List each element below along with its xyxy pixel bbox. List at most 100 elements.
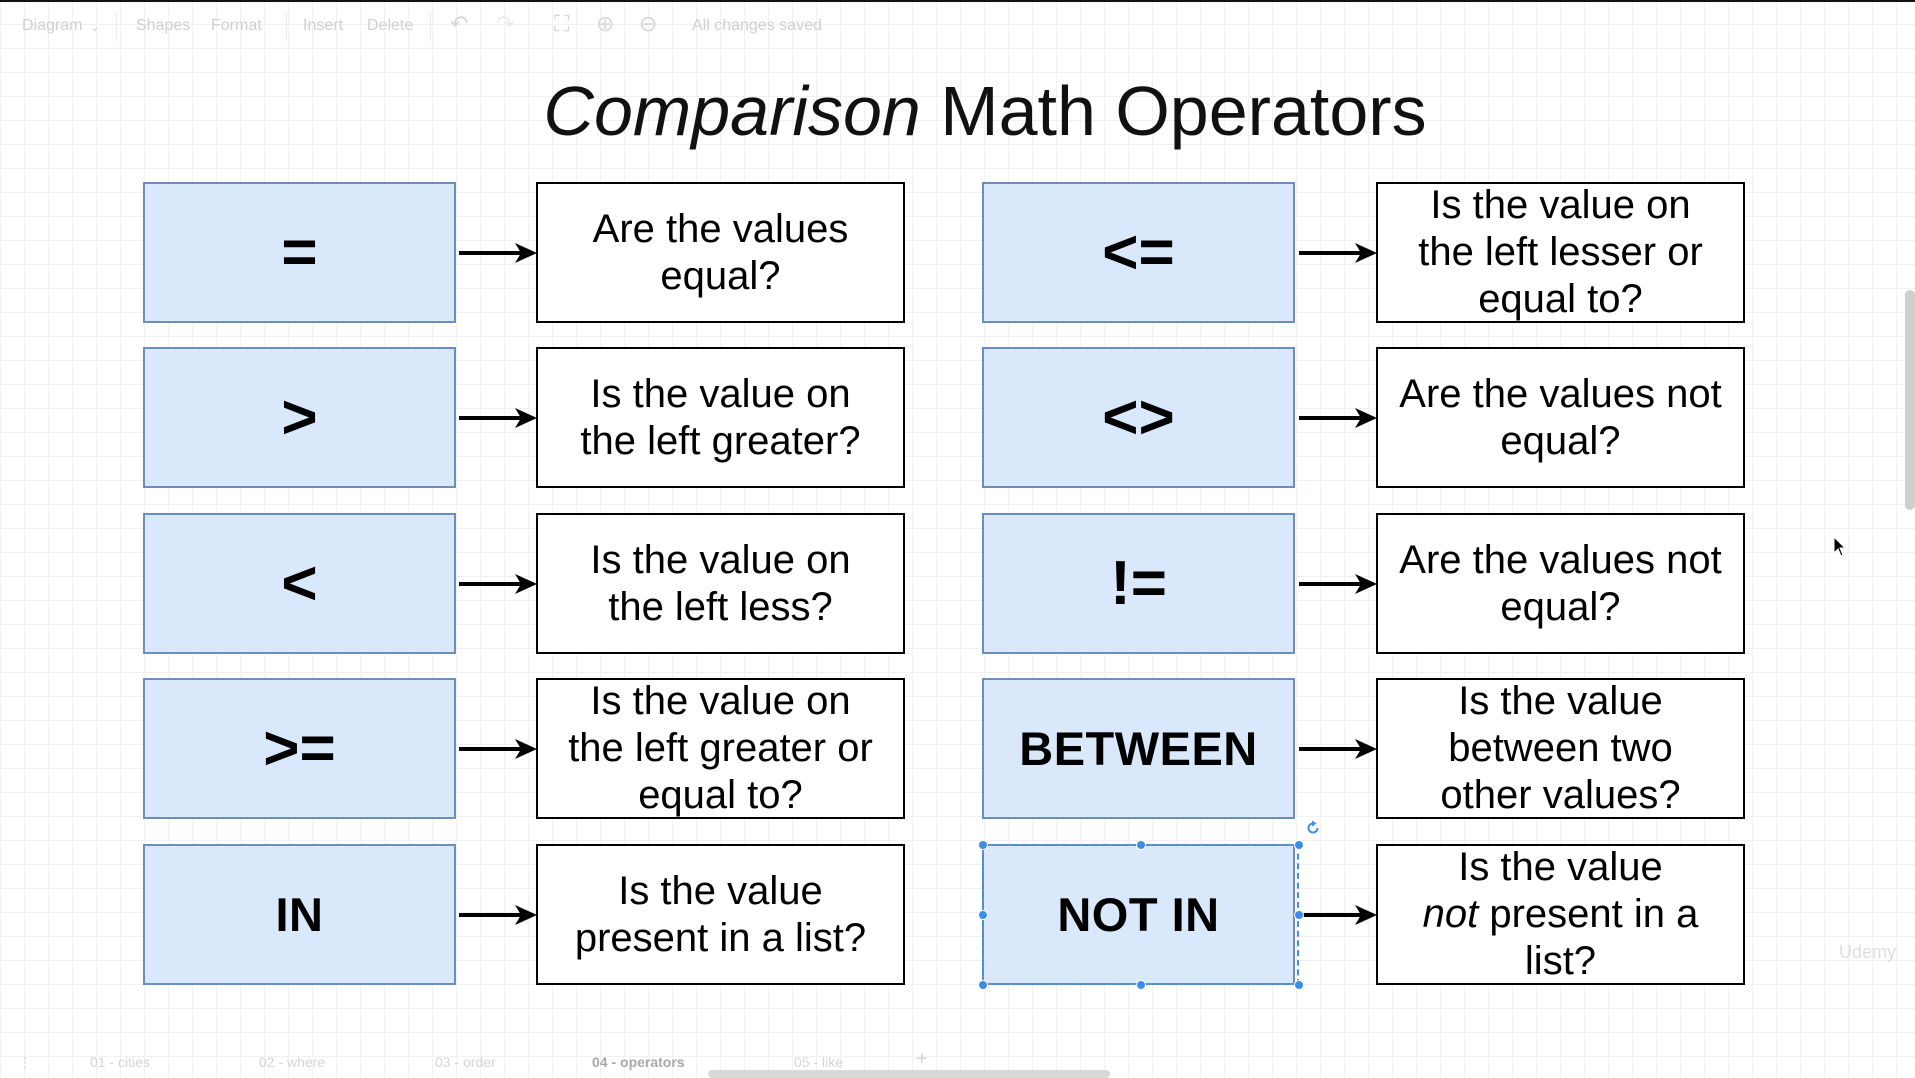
description-box-not-equal-angle[interactable]: Are the values not equal? — [1376, 347, 1745, 488]
arrow-connector[interactable] — [1299, 241, 1377, 265]
operator-box-in[interactable]: IN — [143, 844, 456, 985]
arrow-connector[interactable] — [1299, 406, 1377, 430]
operator-box-less[interactable]: < — [143, 513, 456, 654]
resize-handle-sw[interactable] — [978, 980, 988, 990]
tab-where[interactable]: 02 - where — [259, 1054, 325, 1070]
pages-menu-icon[interactable]: ⋮ — [18, 1054, 32, 1071]
rotate-handle-icon[interactable] — [1305, 820, 1321, 836]
tab-order[interactable]: 03 - order — [435, 1054, 496, 1070]
insert-button[interactable]: Insert — [303, 17, 343, 35]
operator-box-equal[interactable]: = — [143, 182, 456, 323]
fullscreen-icon[interactable]: ⛶ — [554, 13, 569, 35]
title-rest: Math Operators — [940, 72, 1427, 150]
description-line: Is the value — [618, 868, 823, 913]
operator-symbol: >= — [263, 714, 336, 783]
toolbar: Diagram ⌄ Shapes Format Insert Delete ↶ … — [0, 0, 1915, 54]
description-emphasis: not — [1422, 892, 1479, 936]
add-page-icon[interactable]: + — [916, 1048, 928, 1071]
arrow-connector[interactable] — [459, 406, 537, 430]
shapes-button[interactable]: Shapes — [136, 17, 190, 35]
arrow-connector[interactable] — [459, 903, 537, 927]
resize-handle-s[interactable] — [1136, 980, 1146, 990]
description-line: equal? — [1500, 584, 1621, 629]
title-emphasis: Comparison — [543, 72, 921, 150]
operator-box-greater-equal[interactable]: >= — [143, 678, 456, 819]
operator-symbol: <= — [1102, 218, 1175, 287]
operator-symbol: != — [1110, 549, 1167, 618]
toolbar-divider — [430, 12, 431, 42]
zoom-in-icon[interactable]: ⊕ — [596, 13, 614, 35]
arrow-connector[interactable] — [459, 241, 537, 265]
description-line: the left greater? — [580, 418, 861, 463]
description-line: Is the value — [1458, 679, 1663, 723]
operator-box-greater[interactable]: > — [143, 347, 456, 488]
arrow-connector[interactable] — [459, 572, 537, 596]
tab-like[interactable]: 05 - like — [794, 1054, 843, 1070]
resize-handle-e[interactable] — [1294, 910, 1304, 920]
arrow-connector[interactable] — [1299, 572, 1377, 596]
tab-cities[interactable]: 01 - cities — [90, 1054, 150, 1070]
delete-button[interactable]: Delete — [367, 17, 413, 35]
description-line: Is the value on — [590, 371, 851, 416]
operator-symbol: <> — [1102, 383, 1175, 452]
vertical-scrollbar[interactable] — [1905, 290, 1915, 510]
arrow-connector[interactable] — [459, 737, 537, 761]
description-box-in[interactable]: Is the value present in a list? — [536, 844, 905, 985]
description-line: equal? — [660, 253, 781, 298]
arrow-connector[interactable] — [1299, 737, 1377, 761]
operator-box-not-equal-bang[interactable]: != — [982, 513, 1295, 654]
description-box-less[interactable]: Is the value on the left less? — [536, 513, 905, 654]
description-line: the left lesser or — [1418, 230, 1703, 274]
page-title: Comparison Math Operators — [0, 68, 1915, 154]
mouse-pointer-icon — [1833, 536, 1847, 557]
description-line: present in a list? — [574, 915, 867, 960]
description-line: not present in a — [1423, 891, 1699, 938]
description-box-greater-equal[interactable]: Is the value on the left greater or equal … — [536, 678, 905, 819]
description-line: the left less? — [608, 584, 833, 629]
resize-handle-n[interactable] — [1136, 840, 1146, 850]
description-line-rest: present in a — [1478, 892, 1699, 936]
arrow-connector[interactable] — [1299, 903, 1377, 927]
description-line: Is the value — [1458, 845, 1663, 889]
description-line: equal to? — [638, 773, 803, 817]
toolbar-divider — [116, 12, 117, 42]
description-box-between[interactable]: Is the value between two other values? — [1376, 678, 1745, 819]
description-box-equal[interactable]: Are the values equal? — [536, 182, 905, 323]
resize-handle-w[interactable] — [978, 910, 988, 920]
description-box-not-in[interactable]: Is the value not present in a list? — [1376, 844, 1745, 985]
resize-handle-nw[interactable] — [978, 840, 988, 850]
description-line: between two — [1448, 726, 1673, 770]
resize-handle-se[interactable] — [1294, 980, 1304, 990]
description-line: Is the value on — [590, 679, 851, 723]
operator-box-not-equal-angle[interactable]: <> — [982, 347, 1295, 488]
chevron-down-icon[interactable]: ⌄ — [90, 20, 100, 34]
description-line: equal to? — [1478, 277, 1643, 321]
description-line: the left greater or — [568, 726, 873, 770]
description-line: Are the values not — [1399, 371, 1722, 416]
tab-operators[interactable]: 04 - operators — [592, 1054, 685, 1070]
operator-symbol: = — [281, 218, 318, 287]
operator-symbol: < — [281, 549, 318, 618]
description-box-less-equal[interactable]: Is the value on the left lesser or equal t… — [1376, 182, 1745, 323]
description-line: list? — [1524, 939, 1597, 983]
description-box-greater[interactable]: Is the value on the left greater? — [536, 347, 905, 488]
description-line: Are the values not — [1399, 537, 1722, 582]
description-line: equal? — [1500, 418, 1621, 463]
selection-outline — [982, 844, 1299, 985]
description-box-not-equal-bang[interactable]: Are the values not equal? — [1376, 513, 1745, 654]
diagram-menu[interactable]: Diagram — [22, 17, 82, 35]
description-line: Is the value on — [590, 537, 851, 582]
zoom-out-icon[interactable]: ⊖ — [639, 13, 657, 35]
undo-icon[interactable]: ↶ — [450, 13, 468, 35]
page-tab-bar: ⋮ 01 - cities 02 - where 03 - order 04 -… — [0, 1046, 1915, 1078]
description-line: Are the values — [592, 206, 849, 251]
udemy-watermark: Udemy — [1839, 942, 1897, 962]
operator-box-between[interactable]: BETWEEN — [982, 678, 1295, 819]
operator-symbol: BETWEEN — [1019, 722, 1258, 775]
redo-icon[interactable]: ↷ — [496, 13, 514, 35]
description-line: other values? — [1440, 773, 1681, 817]
operator-box-less-equal[interactable]: <= — [982, 182, 1295, 323]
operator-symbol: > — [281, 383, 318, 452]
format-button[interactable]: Format — [211, 17, 262, 35]
resize-handle-ne[interactable] — [1294, 840, 1304, 850]
